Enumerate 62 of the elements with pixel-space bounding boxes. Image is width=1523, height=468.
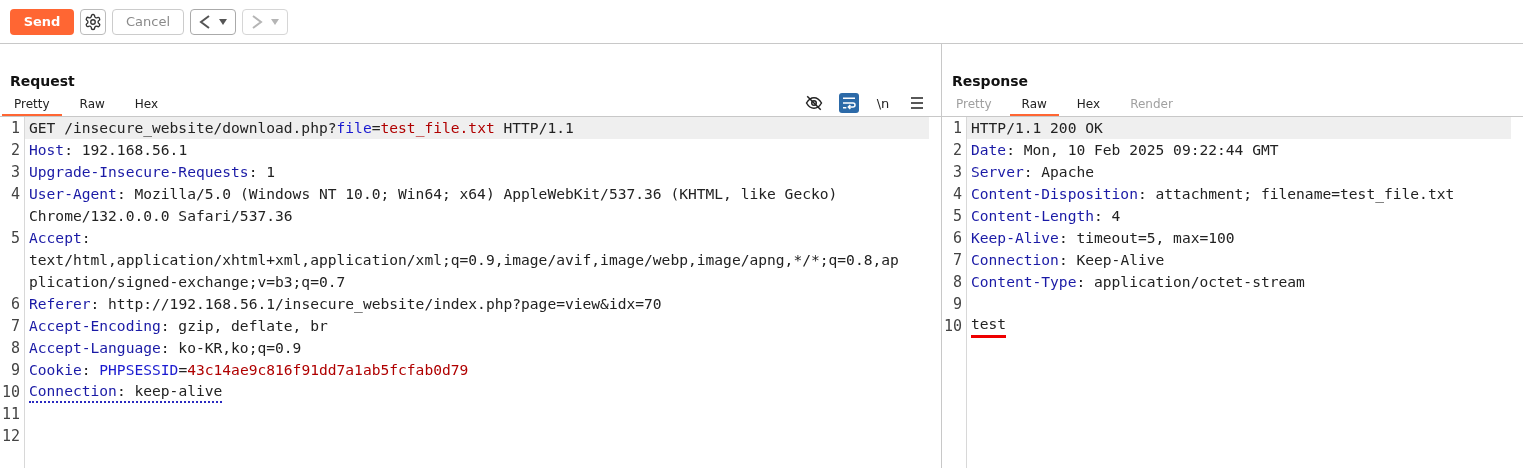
eye-off-icon bbox=[805, 94, 823, 112]
line-number: 2 bbox=[9, 140, 21, 161]
code-line: Upgrade-Insecure-Requests: 1 bbox=[29, 162, 275, 182]
line-number: 1 bbox=[951, 118, 963, 139]
line-number: 9 bbox=[951, 294, 963, 315]
code-line: test bbox=[971, 314, 1007, 338]
code-line: Cookie: PHPSESSID=43c14ae9c816f91dd7a1ab5fcfab0d79 bbox=[29, 360, 469, 380]
line-number: 10 bbox=[942, 316, 963, 337]
pane-title: Request bbox=[9, 72, 76, 91]
line-number: 7 bbox=[951, 250, 963, 271]
chevron-right-icon bbox=[251, 13, 263, 30]
code-line: plication/signed-exchange;v=b3;q=0.7 bbox=[29, 272, 346, 292]
line-number: 3 bbox=[9, 162, 21, 183]
line-number: 2 bbox=[951, 140, 963, 161]
code-line: Referer: http://192.168.56.1/insecure_website/index.php?page=view&idx=70 bbox=[29, 294, 662, 314]
code-line: Accept: bbox=[29, 228, 91, 248]
line-number: 1 bbox=[9, 118, 21, 139]
visibility-toggle[interactable] bbox=[803, 93, 825, 113]
line-number: 3 bbox=[951, 162, 963, 183]
line-number: 5 bbox=[9, 228, 21, 249]
line-number: 11 bbox=[0, 404, 21, 425]
code-line: Accept-Encoding: gzip, deflate, br bbox=[29, 316, 328, 336]
code-line: HTTP/1.1 200 OK bbox=[971, 118, 1103, 138]
settings-icon bbox=[84, 12, 102, 31]
view-tab[interactable]: Hex bbox=[122, 97, 171, 116]
back-button[interactable] bbox=[190, 8, 236, 35]
view-tab[interactable]: Hex bbox=[1064, 97, 1113, 116]
code-line: Accept-Language: ko-KR,ko;q=0.9 bbox=[29, 338, 302, 358]
line-number: 12 bbox=[0, 426, 21, 447]
line-number: 8 bbox=[9, 338, 21, 359]
line-number: 10 bbox=[0, 382, 21, 403]
line-number: 7 bbox=[9, 316, 21, 337]
line-number: 5 bbox=[951, 206, 963, 227]
code-line: User-Agent: Mozilla/5.0 (Windows NT 10.0; Win64; x64) AppleWebKit/537.36 (KHTML, like Gecko) bbox=[29, 184, 838, 204]
menu-icon bbox=[910, 96, 924, 110]
code-line: Server: Apache bbox=[971, 162, 1094, 182]
code-line: Date: Mon, 10 Feb 2025 09:22:44 GMT bbox=[971, 140, 1279, 160]
code-line: Host: 192.168.56.1 bbox=[29, 140, 188, 160]
line-number: 4 bbox=[951, 184, 963, 205]
settings-button[interactable] bbox=[80, 8, 106, 35]
code-line: text/html,application/xhtml+xml,application/xml;q=0.9,image/avif,image/webp,image/apng,*/*;q=0.8,ap bbox=[29, 250, 899, 270]
caret-icon bbox=[219, 18, 227, 25]
chevron-left-icon bbox=[199, 13, 211, 30]
code-line: Content-Disposition: attachment; filename=test_file.txt bbox=[971, 184, 1455, 204]
line-number: 6 bbox=[951, 228, 963, 249]
code-line: Connection: Keep-Alive bbox=[971, 250, 1165, 270]
newline-toggle[interactable]: \n bbox=[873, 93, 893, 113]
view-tab[interactable]: Raw bbox=[67, 97, 117, 116]
code-line: Content-Length: 4 bbox=[971, 206, 1121, 226]
line-number: 6 bbox=[9, 294, 21, 315]
code-line: Keep-Alive: timeout=5, max=100 bbox=[971, 228, 1235, 248]
code-line: Content-Type: application/octet-stream bbox=[971, 272, 1305, 292]
line-number: 4 bbox=[9, 184, 21, 205]
caret-icon bbox=[271, 18, 279, 25]
code-line: Chrome/132.0.0.0 Safari/537.36 bbox=[29, 206, 293, 226]
code-line: GET /insecure_website/download.php?file=test_file.txt HTTP/1.1 bbox=[29, 118, 574, 138]
wrap-lines-toggle[interactable] bbox=[839, 93, 859, 113]
line-number: 8 bbox=[951, 272, 963, 293]
code-line: Connection: keep-alive bbox=[29, 381, 223, 403]
wrap-icon bbox=[841, 95, 857, 111]
pane-title: Response bbox=[951, 72, 1030, 91]
line-number: 9 bbox=[9, 360, 21, 381]
